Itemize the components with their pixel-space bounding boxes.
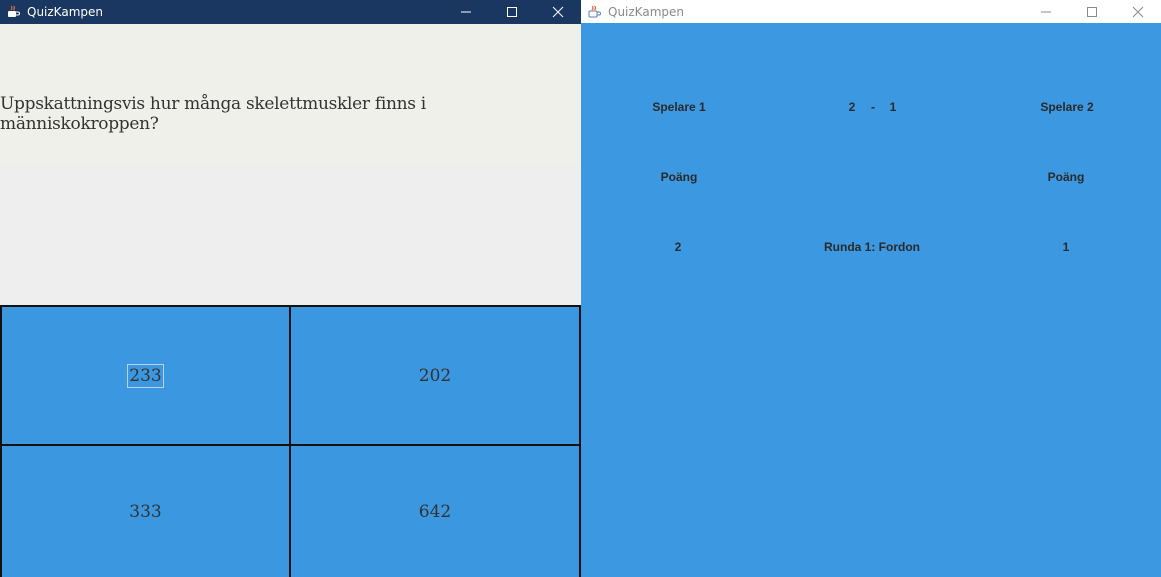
title-bar[interactable]: QuizKampen bbox=[581, 0, 1161, 23]
answer-label: 333 bbox=[129, 501, 162, 522]
answer-grid: 233 202 333 642 bbox=[0, 305, 581, 577]
close-icon bbox=[1132, 6, 1144, 17]
answer-button-2[interactable]: 202 bbox=[289, 305, 581, 446]
title-bar[interactable]: QuizKampen bbox=[0, 0, 581, 24]
score-separator: - bbox=[871, 100, 875, 114]
minimize-button[interactable] bbox=[443, 0, 489, 24]
question-text: Uppskattningsvis hur många skelettmuskle… bbox=[0, 94, 426, 134]
close-icon bbox=[552, 6, 564, 18]
maximize-button[interactable] bbox=[489, 0, 535, 24]
points-player1: 2 bbox=[674, 240, 682, 254]
window-title: QuizKampen bbox=[608, 4, 684, 19]
java-cup-icon bbox=[586, 4, 602, 20]
round-label: Runda 1: Fordon bbox=[824, 240, 920, 254]
answer-label: 642 bbox=[418, 501, 452, 522]
close-button[interactable] bbox=[535, 0, 581, 24]
player1-name: Spelare 1 bbox=[652, 100, 706, 114]
answer-button-4[interactable]: 642 bbox=[289, 444, 581, 577]
player2-name: Spelare 2 bbox=[1040, 100, 1094, 114]
close-button[interactable] bbox=[1115, 0, 1161, 23]
scoreboard-window: QuizKampen Spelare 1 2 - 1 Spelare 2 Poä… bbox=[581, 0, 1161, 577]
points-player2: 1 bbox=[1062, 240, 1070, 254]
points-label-player1: Poäng bbox=[660, 170, 698, 184]
java-cup-icon bbox=[5, 4, 21, 20]
answer-button-3[interactable]: 333 bbox=[0, 444, 291, 577]
minimize-icon bbox=[1041, 11, 1051, 12]
score-left: 2 bbox=[848, 100, 856, 114]
answer-label: 233 bbox=[127, 363, 164, 388]
maximize-icon bbox=[1087, 6, 1097, 17]
maximize-button[interactable] bbox=[1069, 0, 1115, 23]
window-title: QuizKampen bbox=[27, 5, 103, 19]
score-right: 1 bbox=[889, 100, 897, 114]
minimize-button[interactable] bbox=[1023, 0, 1069, 23]
question-panel: Uppskattningsvis hur många skelettmuskle… bbox=[0, 24, 581, 164]
quiz-question-window: QuizKampen Uppskattningsvis hur många sk… bbox=[0, 0, 581, 577]
points-label-player2: Poäng bbox=[1047, 170, 1085, 184]
answer-button-1[interactable]: 233 bbox=[0, 305, 291, 446]
minimize-icon bbox=[461, 11, 471, 13]
maximize-icon bbox=[507, 7, 517, 17]
answer-label: 202 bbox=[418, 365, 452, 386]
